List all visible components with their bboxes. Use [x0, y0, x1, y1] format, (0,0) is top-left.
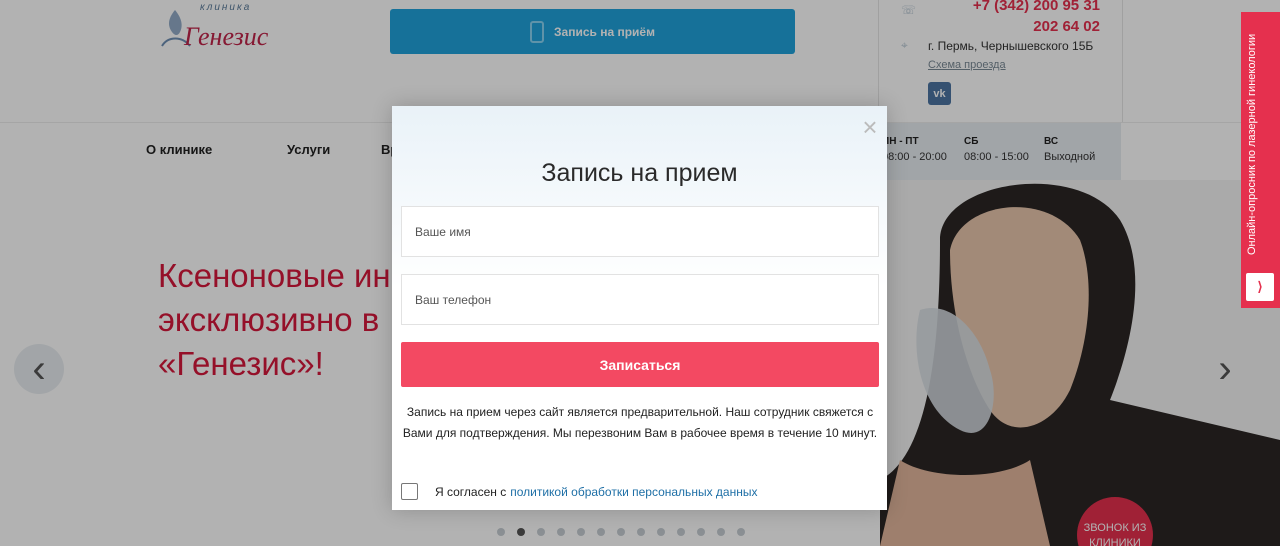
modal-title: Запись на прием	[541, 159, 738, 187]
close-icon[interactable]: ×	[859, 114, 881, 140]
survey-side-tab-label: Онлайн-опросник по лазерной гинекологии	[1246, 33, 1258, 255]
consent-row: Я согласен с политикой обработки персона…	[401, 483, 757, 500]
privacy-policy-link[interactable]: политикой обработки персональных данных	[510, 485, 757, 499]
modal-note: Запись на прием через сайт является пред…	[402, 405, 878, 440]
appointment-modal: × Запись на прием Записаться Запись на п…	[392, 106, 887, 510]
survey-side-tab[interactable]: Онлайн-опросник по лазерной гинекологии …	[1241, 12, 1280, 308]
name-input[interactable]	[401, 206, 879, 257]
questionnaire-icon: ⟩	[1246, 273, 1274, 301]
phone-input[interactable]	[401, 274, 879, 325]
consent-text: Я согласен с	[435, 484, 507, 499]
consent-checkbox[interactable]	[401, 483, 418, 500]
submit-button[interactable]: Записаться	[401, 342, 879, 387]
